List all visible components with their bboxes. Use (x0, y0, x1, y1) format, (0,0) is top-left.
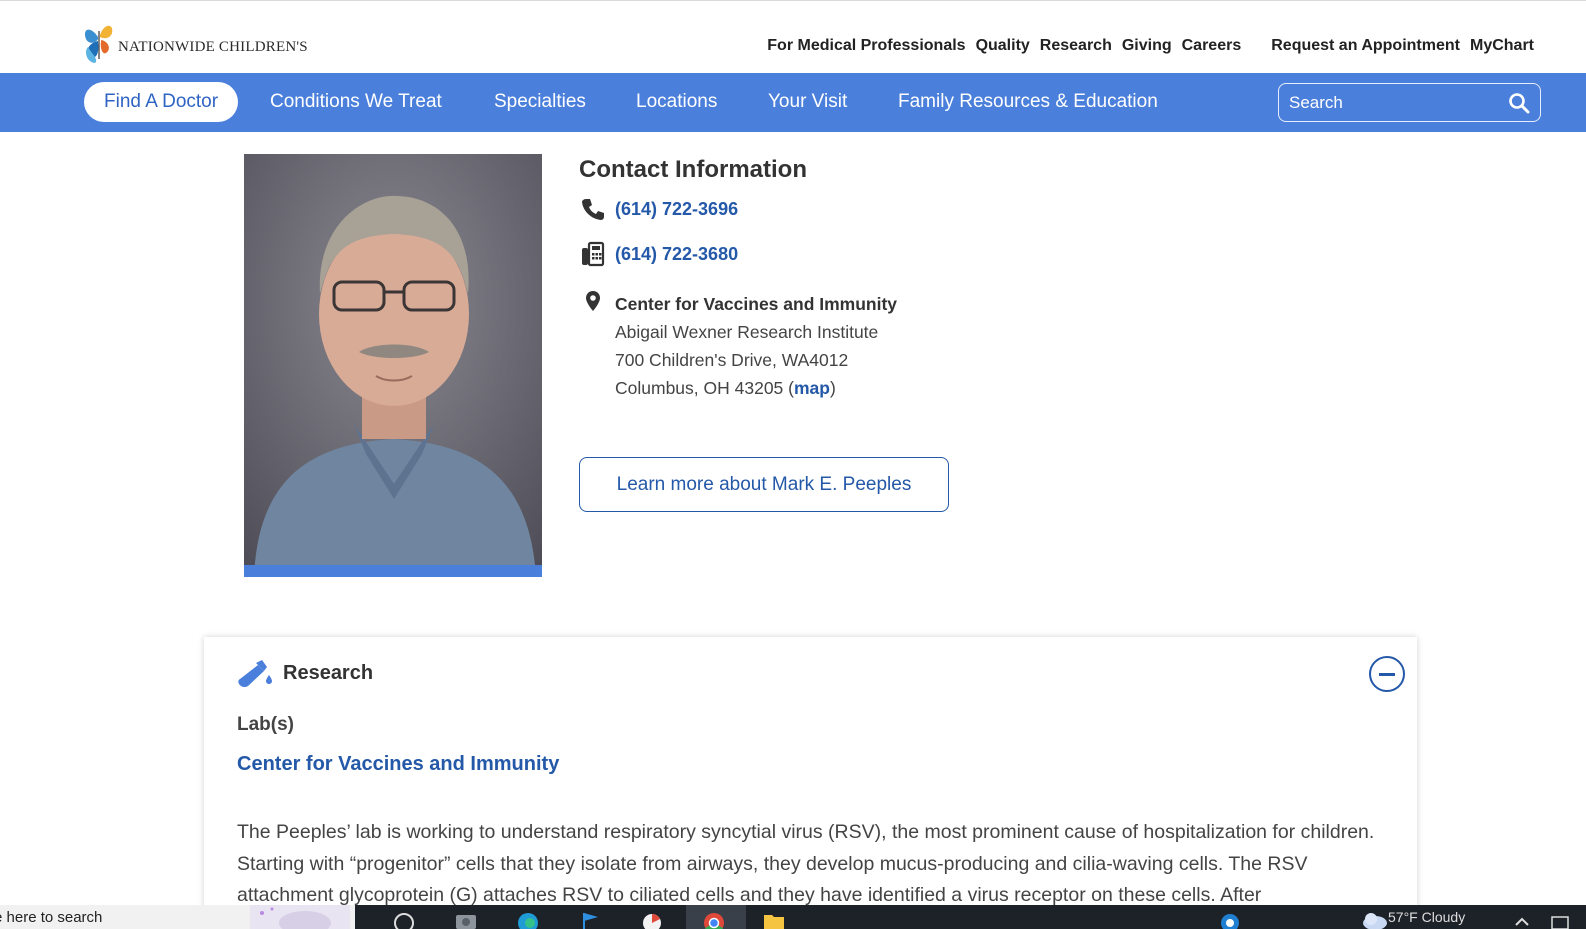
taskbar-app-icon[interactable] (392, 909, 416, 929)
phone-link[interactable]: (614) 722-3696 (615, 199, 738, 220)
weather-cloud-icon[interactable] (1360, 907, 1390, 929)
phone-icon (582, 199, 604, 220)
chrome-icon[interactable] (702, 909, 726, 929)
util-links-spacer (1251, 37, 1261, 55)
nationwide-childrens-logo[interactable]: NATIONWIDE CHILDREN'S (80, 17, 308, 67)
search-highlight-illustration-icon (250, 905, 350, 929)
fax-link[interactable]: (614) 722-3680 (615, 244, 738, 265)
learn-more-button[interactable]: Learn more about Mark E. Peeples (579, 457, 949, 512)
map-link[interactable]: map (794, 378, 830, 398)
address-city-state: Columbus, OH 43205 ( (615, 378, 794, 398)
search-input[interactable] (1289, 84, 1499, 121)
search-icon[interactable] (1508, 92, 1530, 114)
nav-item-conditions[interactable]: Conditions We Treat (270, 82, 442, 122)
lab-link[interactable]: Center for Vaccines and Immunity (237, 753, 559, 776)
search-box (1278, 83, 1541, 122)
test-tube-icon (238, 660, 272, 688)
photo-accent-bar (244, 565, 542, 577)
nav-item-locations[interactable]: Locations (636, 82, 717, 122)
research-description: The Peeples’ lab is working to understan… (237, 821, 1375, 906)
flag-icon[interactable] (578, 909, 602, 929)
nav-item-find-a-doctor[interactable]: Find A Doctor (84, 82, 239, 122)
util-link-research[interactable]: Research (1040, 37, 1112, 55)
utility-links: For Medical Professionals Quality Resear… (767, 37, 1534, 55)
util-link-medical-professionals[interactable]: For Medical Professionals (767, 37, 965, 55)
chart-app-icon[interactable] (640, 909, 664, 929)
network-icon[interactable] (1548, 909, 1572, 929)
edge-browser-icon[interactable] (516, 909, 540, 929)
address-close-paren: ) (829, 378, 836, 398)
taskbar-search-text: e here to search (0, 909, 103, 926)
taskbar-tray-icon[interactable] (1218, 909, 1242, 929)
address-line-1: Abigail Wexner Research Institute (615, 322, 879, 342)
address-line-2: 700 Children's Drive, WA4012 (615, 350, 849, 370)
doctor-photo (244, 154, 542, 577)
util-link-careers[interactable]: Careers (1182, 37, 1242, 55)
location-pin-icon (586, 291, 600, 311)
research-title: Research (283, 662, 374, 684)
request-appointment-link[interactable]: Request an Appointment (1271, 37, 1460, 55)
address-line-3: Columbus, OH 43205 (map) (615, 374, 897, 402)
utility-header: NATIONWIDE CHILDREN'S For Medical Profes… (0, 5, 1586, 73)
chevron-up-icon[interactable] (1510, 909, 1534, 929)
fax-icon (582, 241, 605, 267)
util-link-quality[interactable]: Quality (976, 37, 1030, 55)
research-card: Research Lab(s) Center for Vaccines and … (204, 637, 1417, 929)
logo-text: NATIONWIDE CHILDREN'S (118, 39, 308, 55)
location-name: Center for Vaccines and Immunity (615, 294, 898, 314)
weather-text: 57°F Cloudy (1388, 909, 1466, 925)
util-link-giving[interactable]: Giving (1122, 37, 1172, 55)
nav-item-family-resources[interactable]: Family Resources & Education (898, 82, 1158, 122)
taskbar: e here to search 57°F Cloudy (0, 905, 1586, 929)
main-nav: Find A Doctor Conditions We Treat Specia… (0, 73, 1586, 132)
labs-label: Lab(s) (237, 714, 294, 735)
file-explorer-icon[interactable] (762, 909, 786, 929)
nav-item-your-visit[interactable]: Your Visit (768, 82, 847, 122)
nav-item-specialties[interactable]: Specialties (494, 82, 586, 122)
doctor-portrait-image (244, 154, 542, 577)
mychart-link[interactable]: MyChart (1470, 37, 1534, 55)
taskbar-search[interactable]: e here to search (0, 905, 355, 929)
camera-icon[interactable] (454, 909, 478, 929)
butterfly-logo-icon (84, 25, 113, 63)
contact-title: Contact Information (579, 156, 807, 183)
address-block: Center for Vaccines and Immunity Abigail… (615, 290, 897, 402)
collapse-minus-icon[interactable] (1369, 656, 1405, 692)
